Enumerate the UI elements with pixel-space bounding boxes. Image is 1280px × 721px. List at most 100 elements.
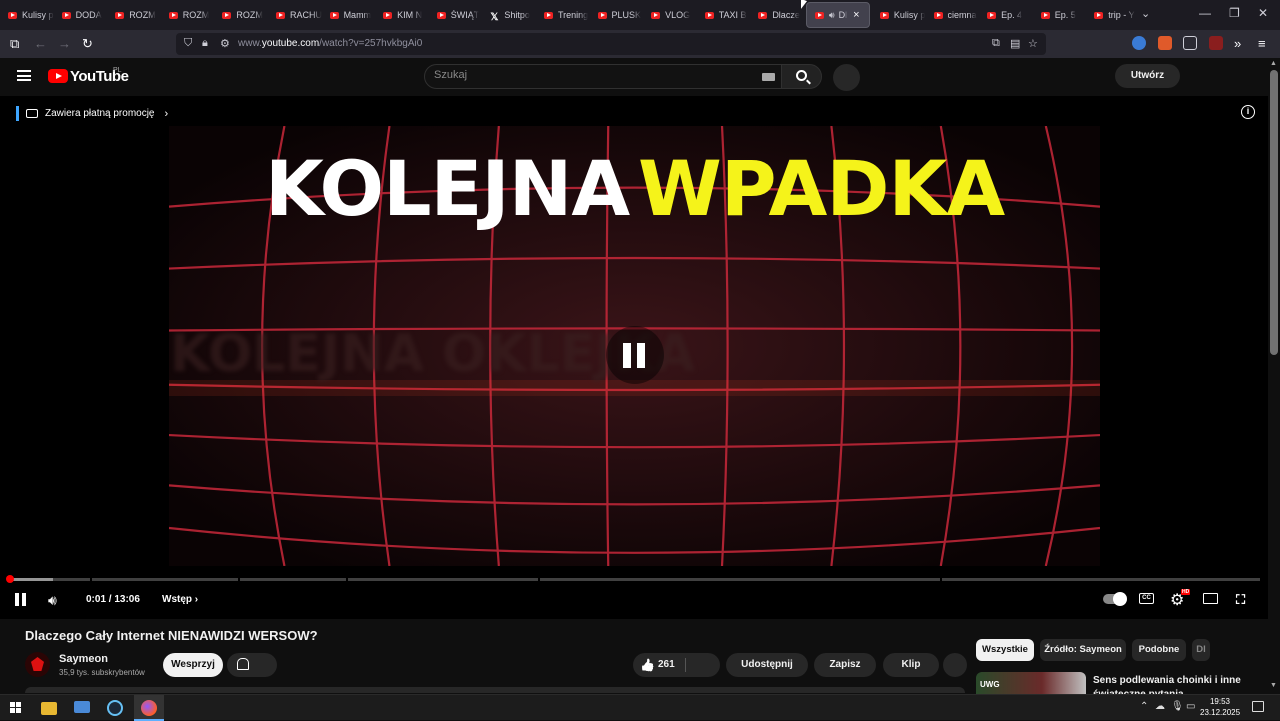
url-prefix: www.: [238, 38, 262, 49]
tracking-shield-icon[interactable]: ⛉: [184, 37, 192, 50]
save-button[interactable]: Zapisz: [814, 653, 876, 677]
miniplayer-icon[interactable]: [1203, 593, 1218, 604]
windows-start-icon[interactable]: [10, 702, 21, 713]
browser-tab[interactable]: ŚWIĄT: [429, 0, 483, 30]
progress-scrubber[interactable]: [6, 575, 14, 583]
browser-tab[interactable]: Kulisy p: [0, 0, 54, 30]
chip-source[interactable]: Źródło: Saymeon: [1040, 639, 1126, 661]
this-pc-icon[interactable]: [74, 701, 90, 713]
forward-icon[interactable]: →: [58, 37, 71, 51]
keyboard-icon[interactable]: [762, 73, 775, 81]
browser-tab[interactable]: trip - Y: [1086, 0, 1140, 30]
share-button[interactable]: Udostępnij: [726, 653, 808, 677]
close-window-icon[interactable]: ✕: [1258, 6, 1268, 20]
browser-tab[interactable]: Mamm: [322, 0, 376, 30]
reload-icon[interactable]: ↻: [82, 37, 93, 51]
permissions-icon[interactable]: ⚙: [220, 37, 230, 50]
browser-tab[interactable]: TAXI B: [697, 0, 751, 30]
browser-tab[interactable]: VLOG: [643, 0, 697, 30]
tab-title: Kulisy p: [893, 10, 926, 20]
create-button[interactable]: Utwórz: [1115, 64, 1180, 88]
description-box[interactable]: [25, 687, 965, 693]
tab-title: DODA: [75, 10, 102, 20]
more-actions-button[interactable]: [943, 653, 967, 677]
minimize-icon[interactable]: —: [1199, 6, 1211, 20]
guide-menu-icon[interactable]: [17, 70, 31, 81]
browser-tab[interactable]: ROZM: [107, 0, 161, 30]
fullscreen-icon[interactable]: ⛶: [1236, 592, 1245, 608]
clock-date[interactable]: 23.12.2025: [1200, 708, 1240, 717]
scrollbar-thumb[interactable]: [1270, 70, 1278, 355]
microphone-icon[interactable]: 🎙︎: [1171, 701, 1184, 712]
picture-in-picture-icon[interactable]: ⧉: [992, 37, 1000, 50]
channel-name[interactable]: Saymeon: [59, 653, 108, 665]
voice-search-button[interactable]: [833, 64, 860, 91]
tab-close-icon[interactable]: ×: [853, 9, 859, 21]
browser-tab[interactable]: Trening: [536, 0, 590, 30]
firefox-taskbar-button[interactable]: [134, 695, 164, 721]
sidebar-toggle-icon[interactable]: ⧉: [10, 37, 19, 51]
progress-bar[interactable]: [6, 575, 1260, 583]
video-player[interactable]: Zawiera płatną promocję › i KOLEJNA OKLE…: [0, 96, 1268, 619]
steam-icon[interactable]: [107, 700, 123, 716]
url-text[interactable]: www.youtube.com/watch?v=257hvkbgAi0: [238, 38, 422, 49]
chip-more[interactable]: Dl: [1192, 639, 1210, 661]
browser-tab[interactable]: PLUSK: [590, 0, 644, 30]
browser-tab[interactable]: RACHU: [268, 0, 322, 30]
reader-view-icon[interactable]: ▤: [1010, 37, 1020, 50]
extension-fox-icon[interactable]: [1158, 36, 1172, 50]
paid-promotion-banner[interactable]: Zawiera płatną promocję ›: [16, 106, 168, 121]
subtitles-icon[interactable]: CC: [1139, 593, 1154, 604]
youtube-logo-icon[interactable]: [48, 69, 68, 83]
network-icon[interactable]: ▭: [1186, 701, 1195, 712]
scroll-down-icon[interactable]: ▼: [1270, 682, 1277, 689]
cloud-icon[interactable]: ☁: [1155, 701, 1165, 712]
tray-overflow-icon[interactable]: ⌃: [1140, 701, 1148, 712]
scroll-up-icon[interactable]: ▲: [1270, 60, 1277, 67]
pause-button[interactable]: [15, 593, 27, 606]
clock-time[interactable]: 19:53: [1200, 697, 1240, 706]
extension-badge-icon[interactable]: [1209, 36, 1223, 50]
restore-icon[interactable]: ❐: [1229, 6, 1240, 20]
chip-related[interactable]: Podobne: [1132, 639, 1186, 661]
speaker-icon[interactable]: 🔊︎: [829, 10, 835, 21]
clip-button[interactable]: Klip: [883, 653, 939, 677]
chip-all[interactable]: Wszystkie: [976, 639, 1034, 661]
extensions-icon[interactable]: [1183, 36, 1197, 50]
page-scrollbar[interactable]: ▲ ▼: [1268, 58, 1280, 698]
search-input[interactable]: [434, 69, 734, 81]
app-menu-icon[interactable]: ≡: [1258, 37, 1266, 51]
bookmark-star-icon[interactable]: ☆: [1028, 37, 1038, 50]
browser-tab[interactable]: Ep. 5: [1033, 0, 1087, 30]
back-icon[interactable]: ←: [34, 37, 47, 51]
extension-shield-icon[interactable]: [1132, 36, 1146, 50]
notification-bell-icon[interactable]: [227, 653, 277, 677]
browser-tab[interactable]: ROZM: [214, 0, 268, 30]
notifications-icon[interactable]: [1252, 701, 1264, 712]
browser-tab[interactable]: DODA: [54, 0, 108, 30]
support-button[interactable]: Wesprzyj: [163, 653, 223, 677]
channel-avatar[interactable]: [25, 652, 50, 677]
browser-tab[interactable]: ciemna: [926, 0, 980, 30]
browser-tab[interactable]: Dlacze: [750, 0, 804, 30]
volume-icon[interactable]: 🔊︎: [48, 592, 57, 609]
file-explorer-icon[interactable]: [41, 702, 57, 715]
browser-tab[interactable]: Ep. 4: [979, 0, 1033, 30]
browser-tab[interactable]: Kulisy p: [872, 0, 926, 30]
browser-tab[interactable]: 𝕏 Shitpo: [482, 0, 536, 30]
browser-tab-active[interactable]: 🔊︎ Dl ×: [805, 2, 870, 28]
list-all-tabs-icon[interactable]: ⌄: [1141, 7, 1150, 20]
info-icon[interactable]: i: [1241, 105, 1255, 119]
autoplay-toggle[interactable]: [1103, 592, 1127, 606]
browser-tab[interactable]: ROZM: [161, 0, 215, 30]
like-button[interactable]: 261: [633, 653, 720, 677]
more-tools-icon[interactable]: »: [1234, 37, 1241, 51]
pause-indicator-icon[interactable]: [606, 326, 664, 384]
search-button[interactable]: [781, 64, 822, 89]
address-bar[interactable]: ⛉ 🔒︎ ⚙ www.youtube.com/watch?v=257hvkbgA…: [176, 33, 1046, 55]
chapter-button[interactable]: Wstęp ›: [162, 594, 198, 605]
lock-icon[interactable]: 🔒︎: [202, 37, 208, 50]
recommendation-thumbnail[interactable]: UWG: [976, 672, 1086, 694]
browser-tab[interactable]: KIM N: [375, 0, 429, 30]
recommendation-title[interactable]: Sens podlewania choinki i inne świąteczn…: [1093, 674, 1243, 694]
